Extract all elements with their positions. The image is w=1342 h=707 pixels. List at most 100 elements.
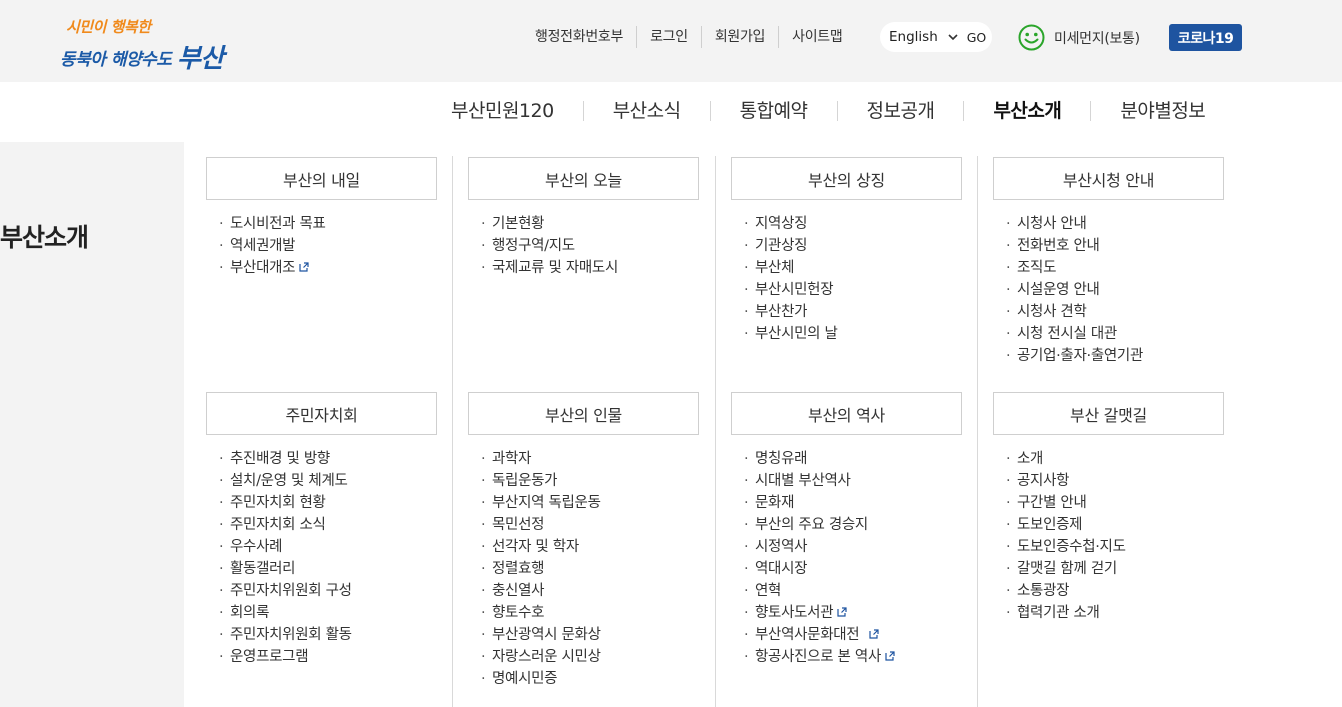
list-item[interactable]: 향토수호	[481, 602, 601, 624]
list-item[interactable]: 구간별 안내	[1006, 492, 1126, 514]
section-title-tomorrow[interactable]: 부산의 내일	[206, 157, 437, 200]
list-item[interactable]: 도보인증제	[1006, 514, 1126, 536]
list-item[interactable]: 부산지역 독립운동	[481, 492, 601, 514]
list-item[interactable]: 추진배경 및 방향	[219, 448, 352, 470]
section-list-galmaetgil: 소개 공지사항 구간별 안내 도보인증제 도보인증수첩·지도 갈맷길 함께 걷기…	[1006, 448, 1126, 624]
list-item[interactable]: 소통광장	[1006, 580, 1126, 602]
list-item[interactable]: 전화번호 안내	[1006, 235, 1143, 257]
list-item[interactable]: 설치/운영 및 체계도	[219, 470, 352, 492]
gnb-item-disclosure[interactable]: 정보공개	[838, 101, 965, 121]
gnb-item-news[interactable]: 부산소식	[584, 101, 711, 121]
section-title-cityhall[interactable]: 부산시청 안내	[993, 157, 1224, 200]
external-link-icon	[837, 607, 847, 617]
list-item[interactable]: 충신열사	[481, 580, 601, 602]
list-item[interactable]: 목민선정	[481, 514, 601, 536]
util-link-sitemap[interactable]: 사이트맵	[779, 26, 855, 48]
list-item[interactable]: 주민자치회 소식	[219, 514, 352, 536]
section-title-galmaetgil[interactable]: 부산 갈맷길	[993, 392, 1224, 435]
busan-logo[interactable]: 시민이 행복한 동북아 해양수도 부산	[60, 14, 230, 74]
list-item[interactable]: 향토사도서관	[744, 602, 895, 624]
section-list-people: 과학자 독립운동가 부산지역 독립운동 목민선정 선각자 및 학자 정렬효행 충…	[481, 448, 601, 690]
list-item[interactable]: 시대별 부산역사	[744, 470, 895, 492]
list-item[interactable]: 부산시민의 날	[744, 323, 838, 345]
section-list-cityhall: 시청사 안내 전화번호 안내 조직도 시설운영 안내 시청사 견학 시청 전시실…	[1006, 213, 1143, 367]
list-item[interactable]: 자랑스러운 시민상	[481, 646, 601, 668]
section-title-people[interactable]: 부산의 인물	[468, 392, 699, 435]
external-link-icon	[885, 651, 895, 661]
section-title-resident-autonomy[interactable]: 주민자치회	[206, 392, 437, 435]
list-item[interactable]: 주민자치위원회 구성	[219, 580, 352, 602]
chevron-down-icon	[947, 31, 959, 43]
list-item[interactable]: 정렬효행	[481, 558, 601, 580]
list-item[interactable]: 운영프로그램	[219, 646, 352, 668]
list-item[interactable]: 행정구역/지도	[481, 235, 618, 257]
list-item[interactable]: 부산역사문화대전	[744, 624, 895, 646]
fine-dust-status[interactable]: 미세먼지(보통)	[1018, 24, 1140, 51]
utility-links: 행정전화번호부 로그인 회원가입 사이트맵	[522, 26, 855, 48]
list-item[interactable]: 독립운동가	[481, 470, 601, 492]
list-item[interactable]: 부산체	[744, 257, 838, 279]
list-item[interactable]: 부산찬가	[744, 301, 838, 323]
list-item[interactable]: 시설운영 안내	[1006, 279, 1143, 301]
list-item[interactable]: 도보인증수첩·지도	[1006, 536, 1126, 558]
section-title-symbols[interactable]: 부산의 상징	[731, 157, 962, 200]
gnb-item-about-busan[interactable]: 부산소개	[964, 101, 1092, 121]
column-divider	[977, 156, 978, 707]
util-link-login[interactable]: 로그인	[637, 26, 702, 48]
list-item[interactable]: 과학자	[481, 448, 601, 470]
list-item[interactable]: 협력기관 소개	[1006, 602, 1126, 624]
gnb-item-reservation[interactable]: 통합예약	[711, 101, 838, 121]
top-bar: 시민이 행복한 동북아 해양수도 부산 행정전화번호부 로그인 회원가입 사이트…	[0, 0, 1342, 82]
column-divider	[452, 156, 453, 707]
gnb-item-minwon120[interactable]: 부산민원120	[431, 101, 584, 121]
list-item[interactable]: 시정역사	[744, 536, 895, 558]
section-list-history: 명칭유래 시대별 부산역사 문화재 부산의 주요 경승지 시정역사 역대시장 연…	[744, 448, 895, 668]
list-item[interactable]: 역대시장	[744, 558, 895, 580]
list-item[interactable]: 명예시민증	[481, 668, 601, 690]
language-selector[interactable]: English GO	[880, 22, 992, 52]
list-item[interactable]: 시청사 안내	[1006, 213, 1143, 235]
list-item[interactable]: 주민자치위원회 활동	[219, 624, 352, 646]
list-item[interactable]: 기본현황	[481, 213, 618, 235]
list-item[interactable]: 부산의 주요 경승지	[744, 514, 895, 536]
fine-dust-label: 미세먼지(보통)	[1054, 30, 1140, 47]
util-link-phonebook[interactable]: 행정전화번호부	[522, 26, 638, 48]
language-selected: English	[889, 29, 938, 45]
list-item[interactable]: 갈맷길 함께 걷기	[1006, 558, 1126, 580]
list-item[interactable]: 주민자치회 현황	[219, 492, 352, 514]
list-item[interactable]: 부산대개조	[219, 257, 326, 279]
list-item[interactable]: 공기업·출자·출연기관	[1006, 345, 1143, 367]
list-item[interactable]: 우수사례	[219, 536, 352, 558]
list-item[interactable]: 선각자 및 학자	[481, 536, 601, 558]
list-item[interactable]: 국제교류 및 자매도시	[481, 257, 618, 279]
list-item[interactable]: 회의록	[219, 602, 352, 624]
language-go-button[interactable]: GO	[967, 30, 987, 45]
logo-slogan-line2: 동북아 해양수도 부산	[60, 44, 224, 74]
section-title-history[interactable]: 부산의 역사	[731, 392, 962, 435]
list-item[interactable]: 소개	[1006, 448, 1126, 470]
list-item[interactable]: 도시비전과 목표	[219, 213, 326, 235]
section-title-today[interactable]: 부산의 오늘	[468, 157, 699, 200]
smile-face-icon	[1018, 24, 1045, 51]
list-item[interactable]: 항공사진으로 본 역사	[744, 646, 895, 668]
section-list-symbols: 지역상징 기관상징 부산체 부산시민헌장 부산찬가 부산시민의 날	[744, 213, 838, 345]
list-item[interactable]: 명칭유래	[744, 448, 895, 470]
list-item[interactable]: 지역상징	[744, 213, 838, 235]
list-item[interactable]: 활동갤러리	[219, 558, 352, 580]
gnb-item-field-info[interactable]: 분야별정보	[1091, 101, 1205, 121]
list-item[interactable]: 시청 전시실 대관	[1006, 323, 1143, 345]
list-item[interactable]: 문화재	[744, 492, 895, 514]
list-item[interactable]: 조직도	[1006, 257, 1143, 279]
list-item[interactable]: 기관상징	[744, 235, 838, 257]
external-link-icon	[869, 629, 879, 639]
list-item[interactable]: 공지사항	[1006, 470, 1126, 492]
list-item[interactable]: 연혁	[744, 580, 895, 602]
list-item[interactable]: 역세권개발	[219, 235, 326, 257]
list-item[interactable]: 시청사 견학	[1006, 301, 1143, 323]
list-item[interactable]: 부산광역시 문화상	[481, 624, 601, 646]
list-item[interactable]: 부산시민헌장	[744, 279, 838, 301]
external-link-icon	[299, 262, 309, 272]
section-list-tomorrow: 도시비전과 목표 역세권개발 부산대개조	[219, 213, 326, 279]
covid19-button[interactable]: 코로나19	[1169, 24, 1242, 51]
util-link-signup[interactable]: 회원가입	[702, 26, 780, 48]
